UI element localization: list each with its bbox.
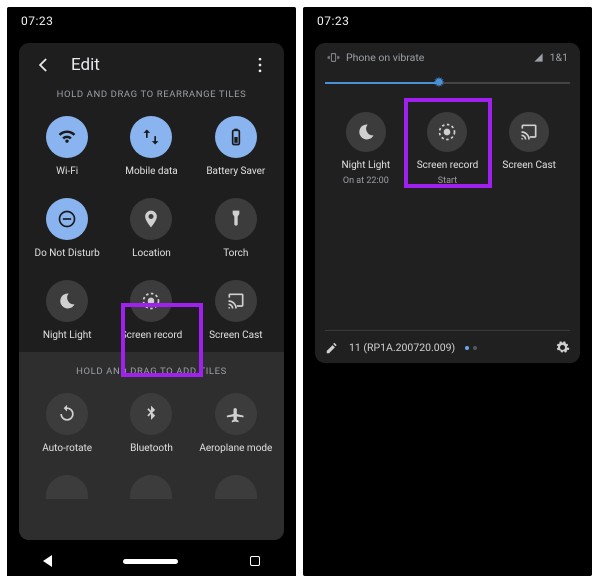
location-icon [141, 209, 161, 229]
add-tiles-grid: Auto-rotate Bluetooth Aeroplane mode [19, 385, 284, 509]
battery-icon [226, 127, 246, 147]
tile-wifi[interactable]: Wi-Fi [25, 110, 109, 184]
add-hint: HOLD AND DRAG TO ADD TILES [19, 360, 284, 385]
shade-tiles-grid: Night Light On at 22:00 Screen record St… [325, 104, 570, 190]
wifi-icon [57, 127, 77, 147]
brightness-thumb-icon: ✹ [433, 76, 447, 90]
tile-screen-cast[interactable]: Screen Cast [488, 108, 570, 190]
status-bar: 07:23 [303, 7, 592, 35]
tile-bluetooth[interactable]: Bluetooth [109, 387, 193, 461]
tile-auto-rotate[interactable]: Auto-rotate [25, 387, 109, 461]
bluetooth-icon [141, 404, 161, 424]
tile-mobile-data[interactable]: Mobile data [109, 110, 193, 184]
nav-recents-button[interactable] [250, 556, 260, 566]
tile-aeroplane[interactable]: Aeroplane mode [194, 387, 278, 461]
pencil-icon [325, 341, 339, 355]
tile-partial-2[interactable] [109, 469, 193, 505]
vibrate-icon [327, 51, 340, 64]
gear-icon [555, 340, 570, 355]
build-label: 11 (RP1A.200720.009) [349, 341, 455, 354]
edit-panel: Edit HOLD AND DRAG TO REARRANGE TILES Wi… [19, 43, 284, 540]
divider [325, 330, 570, 331]
rearrange-hint: HOLD AND DRAG TO REARRANGE TILES [19, 83, 284, 108]
page-title: Edit [71, 55, 232, 75]
tile-night-light[interactable]: Night Light On at 22:00 [325, 108, 407, 190]
tile-location[interactable]: Location [109, 192, 193, 266]
quick-settings-shade: Phone on vibrate 1&1 ✹ Night Light On at… [315, 43, 580, 363]
shade-footer: 11 (RP1A.200720.009) [325, 340, 570, 355]
carrier-label: 1&1 [550, 51, 568, 64]
clock: 07:23 [21, 14, 53, 28]
tile-screen-record[interactable]: Screen record [109, 274, 193, 348]
active-tiles-grid: Wi-Fi Mobile data Battery Saver Do Not D… [19, 108, 284, 352]
overflow-icon [250, 55, 270, 75]
back-button[interactable] [33, 55, 53, 75]
nav-back-button[interactable] [43, 555, 52, 567]
swap-icon [141, 127, 161, 147]
brightness-slider[interactable]: ✹ [325, 76, 570, 90]
torch-icon [226, 209, 246, 229]
back-arrow-icon [33, 55, 53, 75]
nav-home-button[interactable] [123, 559, 178, 564]
cast-icon [226, 291, 246, 311]
edit-tiles-button[interactable] [325, 341, 339, 355]
tile-screen-record[interactable]: Screen record Start [407, 108, 489, 190]
tile-screen-cast[interactable]: Screen Cast [194, 274, 278, 348]
tile-night-light[interactable]: Night Light [25, 274, 109, 348]
signal-icon [533, 52, 544, 63]
tile-partial-3[interactable] [194, 469, 278, 505]
plane-icon [226, 404, 246, 424]
status-bar: 07:23 [7, 7, 296, 35]
tile-partial-1[interactable] [25, 469, 109, 505]
clock: 07:23 [317, 14, 349, 28]
ringer-status: Phone on vibrate [346, 51, 424, 64]
record-icon [437, 122, 457, 142]
nav-bar [7, 546, 296, 576]
moon-icon [57, 291, 77, 311]
record-icon [141, 291, 161, 311]
settings-button[interactable] [555, 340, 570, 355]
tile-dnd[interactable]: Do Not Disturb [25, 192, 109, 266]
cast-icon [519, 122, 539, 142]
rotate-icon [57, 404, 77, 424]
page-indicator [465, 346, 477, 350]
tile-torch[interactable]: Torch [194, 192, 278, 266]
dnd-icon [57, 209, 77, 229]
tile-battery-saver[interactable]: Battery Saver [194, 110, 278, 184]
moon-icon [356, 122, 376, 142]
overflow-menu-button[interactable] [250, 55, 270, 75]
